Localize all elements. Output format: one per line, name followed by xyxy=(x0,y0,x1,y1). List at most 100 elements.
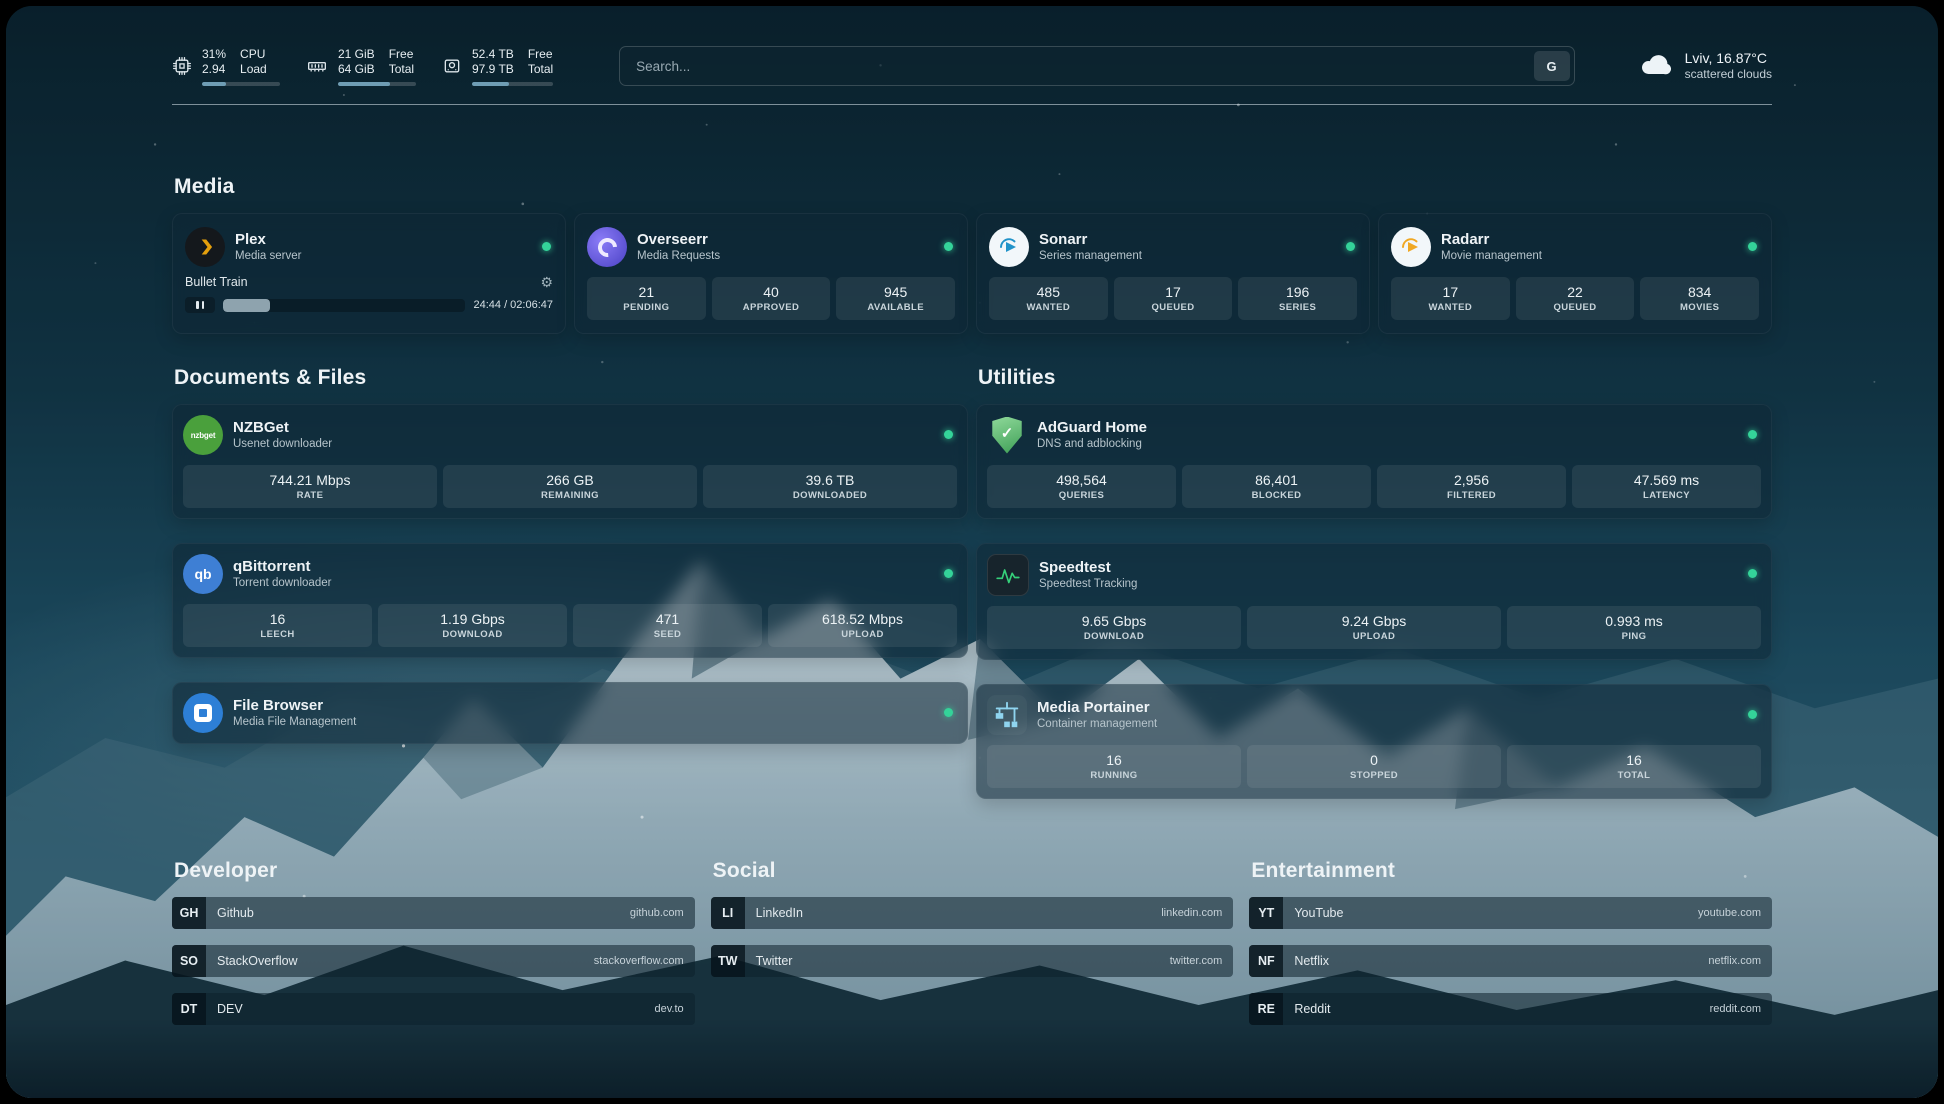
memory-total-label: Total xyxy=(389,62,414,77)
stat-label: MOVIES xyxy=(1644,301,1755,314)
disk-progress-track xyxy=(472,82,553,86)
stat-value: 1.19 Gbps xyxy=(382,611,563,628)
service-card-qbittorrent[interactable]: qb qBittorrent Torrent downloader 16 LEE… xyxy=(172,543,968,658)
service-card-nzbget[interactable]: nzbget NZBGet Usenet downloader 744.21 M… xyxy=(172,404,968,519)
stat-label: APPROVED xyxy=(716,301,827,314)
stat-label: WANTED xyxy=(1395,301,1506,314)
cpu-progress-fill xyxy=(202,82,226,86)
stat-value: 40 xyxy=(716,284,827,301)
pause-button[interactable] xyxy=(185,297,215,313)
service-card-sonarr[interactable]: Sonarr Series management 485 WANTED 17 Q… xyxy=(976,213,1370,334)
status-dot xyxy=(1748,569,1757,578)
section-title-social: Social xyxy=(713,859,1234,883)
playback-progress-fill xyxy=(223,299,270,312)
status-dot xyxy=(1748,430,1757,439)
stat-value: 196 xyxy=(1242,284,1353,301)
service-subtitle: Usenet downloader xyxy=(233,438,332,451)
service-name: Overseerr xyxy=(637,231,720,248)
weather-location: Lviv, 16.87°C xyxy=(1685,50,1772,67)
gear-icon[interactable]: ⚙ xyxy=(540,275,553,289)
service-name: File Browser xyxy=(233,697,356,714)
service-subtitle: Torrent downloader xyxy=(233,577,331,590)
stat-box: 1.19 Gbps DOWNLOAD xyxy=(378,604,567,647)
stat-box: 9.65 Gbps DOWNLOAD xyxy=(987,606,1241,649)
bookmark-name: LinkedIn xyxy=(756,906,803,920)
stat-label: FILTERED xyxy=(1381,489,1562,502)
stat-value: 16 xyxy=(187,611,368,628)
bookmark-name: YouTube xyxy=(1294,906,1343,920)
memory-free-value: 21 GiB xyxy=(338,47,375,62)
bookmark-name: Twitter xyxy=(756,954,793,968)
stat-label: DOWNLOAD xyxy=(382,628,563,641)
playback-time: 24:44 / 02:06:47 xyxy=(473,299,553,311)
stat-value: 0.993 ms xyxy=(1511,613,1757,630)
status-dot xyxy=(1346,242,1355,251)
stat-box: 834 MOVIES xyxy=(1640,277,1759,320)
stat-box: 9.24 Gbps UPLOAD xyxy=(1247,606,1501,649)
memory-icon xyxy=(306,56,328,76)
bookmark-reddit[interactable]: RE Reddit reddit.com xyxy=(1249,993,1772,1025)
bookmark-name: Netflix xyxy=(1294,954,1329,968)
service-name: Speedtest xyxy=(1039,559,1137,576)
stat-box: 17 QUEUED xyxy=(1114,277,1233,320)
bookmark-dev[interactable]: DT DEV dev.to xyxy=(172,993,695,1025)
stat-value: 9.24 Gbps xyxy=(1251,613,1497,630)
service-subtitle: DNS and adblocking xyxy=(1037,438,1147,451)
bookmark-name: Github xyxy=(217,906,254,920)
stat-label: RATE xyxy=(187,489,433,502)
service-card-plex[interactable]: Plex Media server Bullet Train ⚙ xyxy=(172,213,566,334)
cpu-icon xyxy=(172,56,192,76)
stat-value: 17 xyxy=(1118,284,1229,301)
service-card-radarr[interactable]: Radarr Movie management 17 WANTED 22 QUE… xyxy=(1378,213,1772,334)
disk-widget: 52.4 TB 97.9 TB Free Total xyxy=(442,47,553,86)
section-utilities: Utilities ✓ AdGuard Home DNS and adblock… xyxy=(976,366,1772,799)
service-card-filebrowser[interactable]: File Browser Media File Management xyxy=(172,682,968,744)
stat-value: 0 xyxy=(1251,752,1497,769)
stat-box: 618.52 Mbps UPLOAD xyxy=(768,604,957,647)
stat-label: SERIES xyxy=(1242,301,1353,314)
bookmark-stackoverflow[interactable]: SO StackOverflow stackoverflow.com xyxy=(172,945,695,977)
status-dot xyxy=(1748,710,1757,719)
bookmark-name: DEV xyxy=(217,1002,243,1016)
service-card-portainer[interactable]: Media Portainer Container management 16 … xyxy=(976,684,1772,799)
memory-progress-fill xyxy=(338,82,390,86)
service-name: Radarr xyxy=(1441,231,1542,248)
stat-value: 945 xyxy=(840,284,951,301)
cpu-progress-track xyxy=(202,82,280,86)
status-dot xyxy=(542,242,551,251)
service-card-adguard[interactable]: ✓ AdGuard Home DNS and adblocking 498,56… xyxy=(976,404,1772,519)
bookmark-youtube[interactable]: YT YouTube youtube.com xyxy=(1249,897,1772,929)
stat-value: 744.21 Mbps xyxy=(187,472,433,489)
bookmark-github[interactable]: GH Github github.com xyxy=(172,897,695,929)
speedtest-icon xyxy=(987,554,1029,596)
section-media: Media Plex Media server xyxy=(172,175,1772,334)
service-card-overseerr[interactable]: Overseerr Media Requests 21 PENDING 40 A… xyxy=(574,213,968,334)
stat-box: 2,956 FILTERED xyxy=(1377,465,1566,508)
bookmark-abbr: YT xyxy=(1249,897,1283,929)
search-input[interactable] xyxy=(634,58,1533,75)
stat-box: 16 RUNNING xyxy=(987,745,1241,788)
service-subtitle: Media File Management xyxy=(233,716,356,729)
stat-box: 196 SERIES xyxy=(1238,277,1357,320)
stat-value: 485 xyxy=(993,284,1104,301)
search-provider-button[interactable]: G xyxy=(1534,51,1570,81)
cpu-label: CPU xyxy=(240,47,267,62)
service-name: qBittorrent xyxy=(233,558,331,575)
bookmark-twitter[interactable]: TW Twitter twitter.com xyxy=(711,945,1234,977)
stat-box: 0.993 ms PING xyxy=(1507,606,1761,649)
bookmark-netflix[interactable]: NF Netflix netflix.com xyxy=(1249,945,1772,977)
search-bar[interactable]: G xyxy=(619,46,1574,86)
stat-box: 498,564 QUERIES xyxy=(987,465,1176,508)
stat-value: 16 xyxy=(1511,752,1757,769)
stat-label: LATENCY xyxy=(1576,489,1757,502)
service-name: AdGuard Home xyxy=(1037,419,1147,436)
bookmark-linkedin[interactable]: LI LinkedIn linkedin.com xyxy=(711,897,1234,929)
stat-label: DOWNLOAD xyxy=(991,630,1237,643)
stat-label: QUEUED xyxy=(1118,301,1229,314)
sonarr-icon xyxy=(989,227,1029,267)
stat-value: 16 xyxy=(991,752,1237,769)
bookmark-url: stackoverflow.com xyxy=(594,955,684,967)
stat-value: 266 GB xyxy=(447,472,693,489)
service-card-speedtest[interactable]: Speedtest Speedtest Tracking 9.65 Gbps D… xyxy=(976,543,1772,660)
bookmark-url: github.com xyxy=(630,907,684,919)
